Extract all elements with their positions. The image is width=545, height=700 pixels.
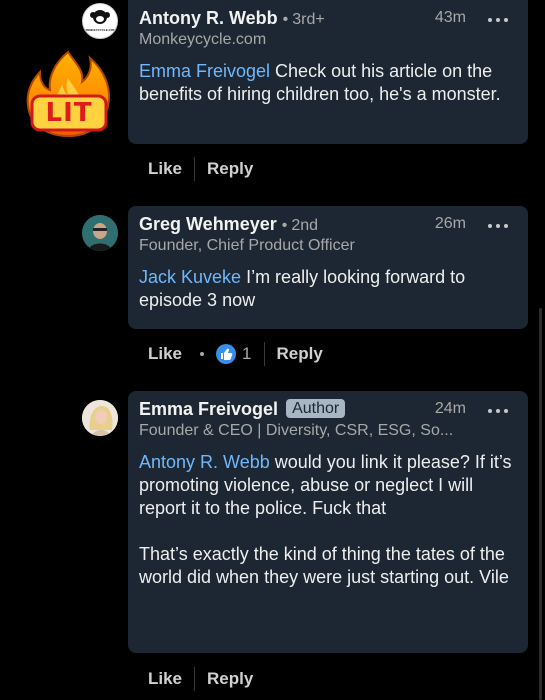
scrollbar[interactable] <box>539 308 542 700</box>
more-horizontal-icon[interactable] <box>486 403 510 419</box>
more-horizontal-icon[interactable] <box>486 12 510 28</box>
mention-link[interactable]: Emma Freivogel <box>139 61 270 81</box>
like-button[interactable]: Like <box>148 159 182 179</box>
thumbs-up-icon[interactable] <box>216 344 237 364</box>
timestamp: 24m <box>434 400 466 417</box>
comment-actions: Like Reply <box>148 157 253 181</box>
more-horizontal-icon[interactable] <box>486 218 510 234</box>
author-name[interactable]: Antony R. Webb <box>139 8 278 28</box>
person-avatar-icon <box>82 215 118 251</box>
author-headline: Monkeycycle.com <box>139 31 267 48</box>
timestamp: 43m <box>434 9 466 26</box>
divider <box>194 157 196 181</box>
author-name[interactable]: Greg Wehmeyer <box>139 214 277 234</box>
reply-button[interactable]: Reply <box>277 344 323 364</box>
person-avatar-icon <box>82 400 118 436</box>
like-button[interactable]: Like <box>148 669 182 689</box>
author-badge: Author <box>286 399 346 418</box>
comment-text: Jack Kuveke I’m really looking forward t… <box>139 266 516 312</box>
author-headline: Founder, Chief Product Officer <box>139 237 355 254</box>
comment-bubble: Antony R. Webb • 3rd+ 43m Monkeycycle.com … <box>128 0 528 144</box>
divider <box>194 667 196 691</box>
connection-degree: 2nd <box>291 217 319 234</box>
comment-actions: Like Reply <box>148 667 253 691</box>
like-button[interactable]: Like <box>148 344 182 364</box>
comment-actions: Like 1 Reply <box>148 342 323 366</box>
mention-link[interactable]: Jack Kuveke <box>139 267 241 287</box>
comment-bubble: Emma Freivogel Author 24m Founder & CEO |… <box>128 391 528 653</box>
comment-body: would you link it please? If it’s promot… <box>139 452 512 587</box>
separator-dot: • <box>282 11 289 28</box>
lit-sticker-text: LIT <box>45 98 93 128</box>
divider <box>263 342 265 366</box>
avatar[interactable] <box>82 215 118 251</box>
timestamp: 26m <box>434 215 466 232</box>
mention-link[interactable]: Antony R. Webb <box>139 452 270 472</box>
author-name[interactable]: Emma Freivogel <box>139 399 278 419</box>
comment-header: Emma Freivogel Author 24m <box>139 399 516 420</box>
comment-text: Emma Freivogel Check out his article on … <box>139 60 516 106</box>
reaction-count[interactable]: 1 <box>242 344 251 364</box>
lit-sticker: LIT <box>18 48 120 140</box>
separator-dot <box>200 352 205 356</box>
avatar[interactable]: MONKEYCYCLE.COM <box>82 3 118 39</box>
comment-text: Antony R. Webb would you link it please?… <box>139 451 516 589</box>
avatar[interactable] <box>82 400 118 436</box>
comment-bubble: Greg Wehmeyer • 2nd 26m Founder, Chief Pro… <box>128 206 528 329</box>
reply-button[interactable]: Reply <box>207 159 253 179</box>
avatar-logo-text: MONKEYCYCLE.COM <box>84 28 116 32</box>
reply-button[interactable]: Reply <box>207 669 253 689</box>
comment-header: Antony R. Webb • 3rd+ 43m <box>139 8 516 29</box>
connection-degree: 3rd+ <box>292 11 325 28</box>
monkey-logo-icon <box>90 10 110 24</box>
comment-header: Greg Wehmeyer • 2nd 26m <box>139 214 516 235</box>
author-headline: Founder & CEO | Diversity, CSR, ESG, So.… <box>139 422 454 439</box>
separator-dot: • <box>281 217 288 234</box>
